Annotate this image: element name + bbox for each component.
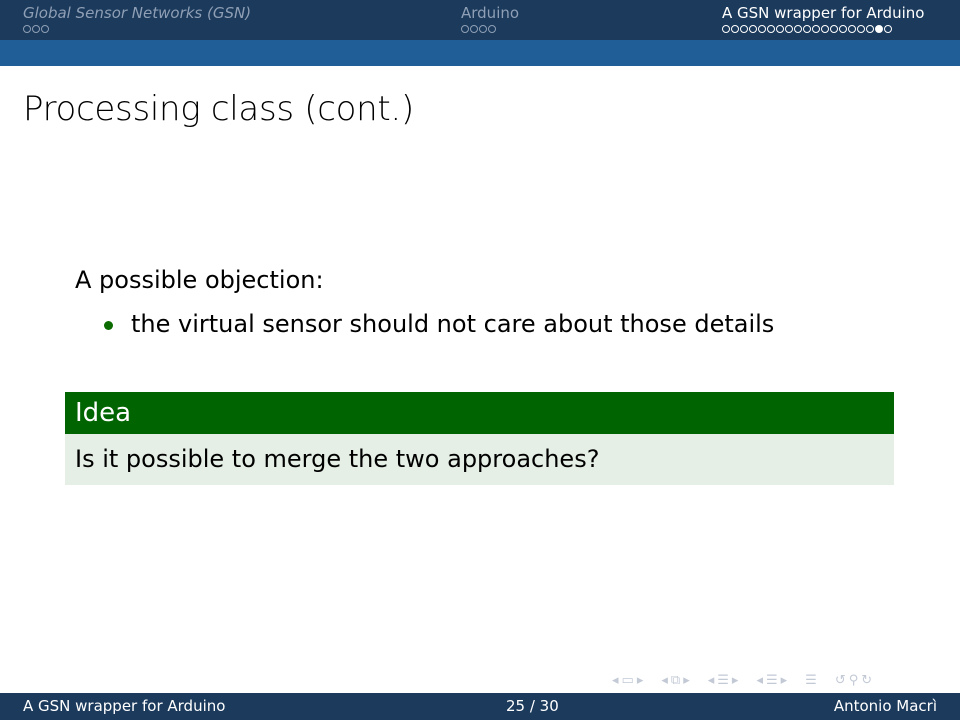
nav-dot[interactable] bbox=[866, 25, 874, 33]
subsection-icon[interactable]: ⧉ bbox=[671, 673, 680, 688]
nav-dot[interactable] bbox=[758, 25, 766, 33]
nav-dot[interactable] bbox=[470, 25, 478, 33]
nav-dot[interactable] bbox=[461, 25, 469, 33]
arrow-right-icon[interactable]: ▸ bbox=[683, 673, 690, 688]
arrow-right-icon[interactable]: ▸ bbox=[781, 673, 788, 688]
nav-dot[interactable] bbox=[23, 25, 31, 33]
section-icon[interactable]: ☰ bbox=[766, 673, 778, 688]
footer-title: A GSN wrapper for Arduino bbox=[23, 697, 226, 715]
nav-dot[interactable] bbox=[776, 25, 784, 33]
nav-section-gsn-wrapper[interactable]: A GSN wrapper for Arduino bbox=[722, 4, 924, 22]
footer-bar: A GSN wrapper for Arduino 25 / 30 Antoni… bbox=[0, 693, 960, 720]
arrow-left-icon[interactable]: ◂ bbox=[612, 673, 619, 688]
nav-dot[interactable] bbox=[488, 25, 496, 33]
footer-author: Antonio Macrì bbox=[833, 697, 937, 715]
block-title: Idea bbox=[65, 392, 894, 434]
back-icon[interactable]: ↺ bbox=[835, 673, 846, 688]
nav-dot[interactable] bbox=[41, 25, 49, 33]
nav-dot[interactable] bbox=[767, 25, 775, 33]
frame-title: Processing class (cont.) bbox=[23, 89, 414, 129]
intro-text: A possible objection: bbox=[75, 266, 324, 294]
bullet-icon bbox=[104, 320, 113, 330]
nav-section-dots[interactable] bbox=[461, 25, 496, 35]
nav-dot[interactable] bbox=[731, 25, 739, 33]
nav-dot[interactable] bbox=[875, 25, 883, 33]
search-icon[interactable]: ⚲ bbox=[849, 673, 859, 688]
nav-dot[interactable] bbox=[794, 25, 802, 33]
nav-dot[interactable] bbox=[722, 25, 730, 33]
arrow-right-icon[interactable]: ▸ bbox=[732, 673, 739, 688]
nav-section-title: Global Sensor Networks (GSN) bbox=[23, 4, 252, 22]
nav-dot[interactable] bbox=[479, 25, 487, 33]
top-navigation-bar: Global Sensor Networks (GSN) Arduino A G… bbox=[0, 0, 960, 40]
frame-icon[interactable]: ▭ bbox=[622, 673, 634, 688]
nav-section-dots[interactable] bbox=[722, 25, 892, 35]
navigation-symbols: ◂ ▭ ▸ ◂ ⧉ ▸ ◂ ☰ ▸ ◂ ☰ ▸ ☰ ↺ ⚲ ↻ bbox=[612, 670, 875, 690]
nav-dot[interactable] bbox=[821, 25, 829, 33]
block-body: Is it possible to merge the two approach… bbox=[65, 434, 894, 485]
document-icon[interactable]: ☰ bbox=[805, 673, 817, 688]
nav-dot[interactable] bbox=[785, 25, 793, 33]
nav-dot[interactable] bbox=[749, 25, 757, 33]
nav-section-title: A GSN wrapper for Arduino bbox=[722, 4, 925, 22]
nav-dot[interactable] bbox=[839, 25, 847, 33]
nav-dot[interactable] bbox=[740, 25, 748, 33]
nav-section-dots[interactable] bbox=[23, 25, 49, 35]
nav-dot[interactable] bbox=[812, 25, 820, 33]
list-item-text: the virtual sensor should not care about… bbox=[131, 310, 775, 338]
list-item: the virtual sensor should not care about… bbox=[104, 308, 774, 340]
nav-section-title: Arduino bbox=[461, 4, 520, 22]
nav-section-gsn[interactable]: Global Sensor Networks (GSN) bbox=[23, 4, 251, 22]
forward-icon[interactable]: ↻ bbox=[861, 673, 872, 688]
idea-block: Idea Is it possible to merge the two app… bbox=[65, 392, 894, 485]
section-icon[interactable]: ☰ bbox=[717, 673, 729, 688]
nav-dot[interactable] bbox=[32, 25, 40, 33]
header-strip bbox=[0, 40, 960, 66]
arrow-left-icon[interactable]: ◂ bbox=[661, 673, 668, 688]
page-number: 25 / 30 bbox=[506, 697, 559, 715]
nav-dot[interactable] bbox=[848, 25, 856, 33]
nav-dot[interactable] bbox=[884, 25, 892, 33]
arrow-left-icon[interactable]: ◂ bbox=[756, 673, 763, 688]
arrow-right-icon[interactable]: ▸ bbox=[637, 673, 644, 688]
nav-dot[interactable] bbox=[857, 25, 865, 33]
nav-dot[interactable] bbox=[803, 25, 811, 33]
arrow-left-icon[interactable]: ◂ bbox=[708, 673, 715, 688]
nav-dot[interactable] bbox=[830, 25, 838, 33]
nav-section-arduino[interactable]: Arduino bbox=[461, 4, 519, 22]
